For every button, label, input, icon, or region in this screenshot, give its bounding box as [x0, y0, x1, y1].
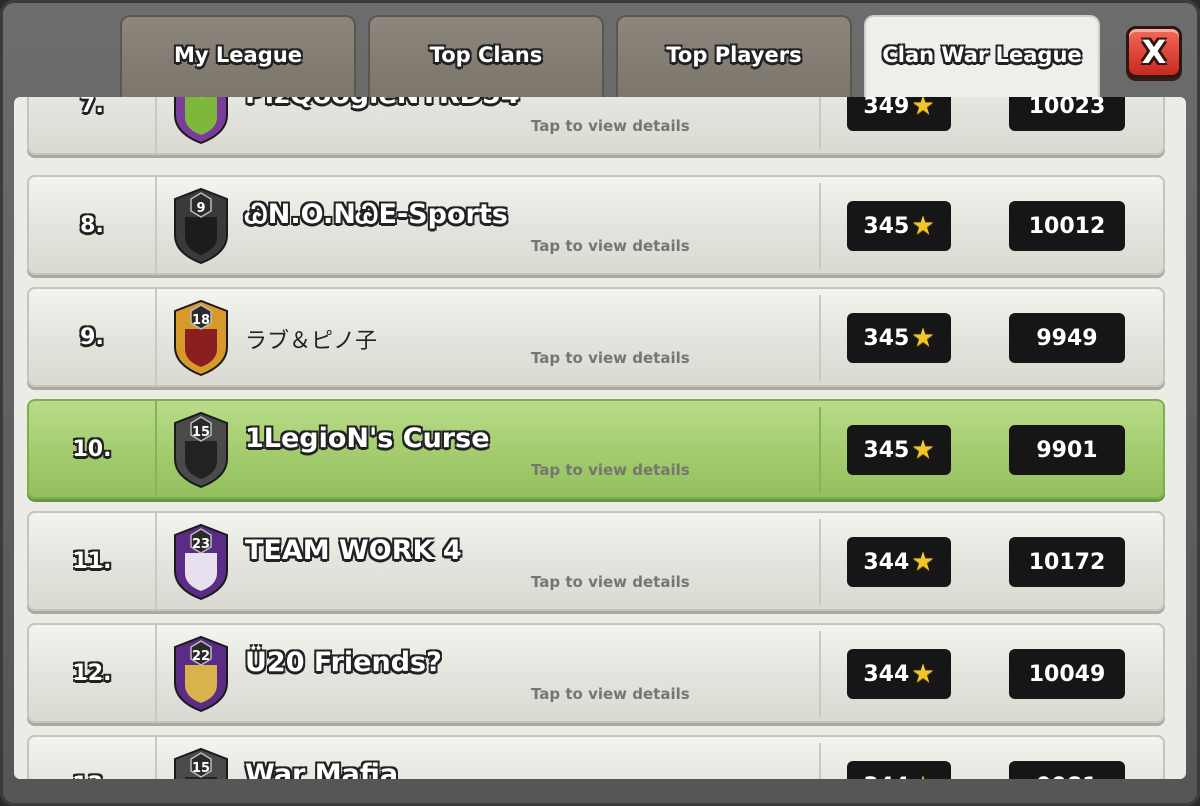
- clan-row[interactable]: 11. 23 TEAM WORK 4 Tap to view details 344 ★ 1…: [27, 511, 1165, 611]
- war-stars-value: 345: [863, 213, 910, 239]
- tab-label: Top Players: [666, 43, 802, 67]
- divider: [819, 743, 821, 779]
- clan-level: 9: [196, 201, 206, 216]
- war-stars-value: 345: [863, 437, 910, 463]
- clan-level: 22: [191, 649, 211, 664]
- clan-row[interactable]: 8. 9 ᏊN.O.NᏊE-Sports Tap to view details 345…: [27, 175, 1165, 275]
- divider: [819, 631, 821, 717]
- clan-trophies: 9981: [1009, 761, 1125, 779]
- war-stars: 344★: [847, 537, 951, 587]
- clan-rank: 10.: [29, 401, 157, 497]
- clan-level: 15: [191, 425, 211, 440]
- clan-badge-icon: 23: [169, 523, 233, 601]
- clan-name: ラブ＆ピノ子: [245, 329, 378, 354]
- clan-name: Ü20 Friends?: [245, 647, 442, 678]
- clan-trophies: 10023: [1009, 97, 1125, 131]
- clan-badge-icon: 15: [169, 747, 233, 779]
- view-details-hint: Tap to view details: [531, 461, 690, 479]
- tab-top-players[interactable]: Top Players: [616, 15, 852, 101]
- view-details-hint: Tap to view details: [531, 573, 690, 591]
- clan-row[interactable]: 7. PizQoogleNYRD54 Tap to view details 349★…: [27, 97, 1165, 155]
- clan-badge-icon: 9: [169, 187, 233, 265]
- clan-row[interactable]: 10. 15 1LegioN's Curse Tap to view details 3…: [27, 399, 1165, 499]
- clan-rank: 8.: [29, 177, 157, 273]
- clan-rank: 7.: [29, 97, 157, 153]
- clan-trophies: 10049: [1009, 649, 1125, 699]
- clan-row[interactable]: 9. 18 ラブ＆ピノ子 Tap to view details 345 ★ 9949: [27, 287, 1165, 387]
- close-icon: X: [1141, 33, 1167, 71]
- clan-rank: 11.: [29, 513, 157, 609]
- war-stars-value: 344: [863, 661, 910, 687]
- war-stars: 345 ★: [847, 313, 951, 363]
- star-icon: ★: [911, 773, 934, 779]
- war-stars: 344★: [847, 761, 951, 779]
- clan-name: War Mafia: [245, 759, 399, 779]
- war-stars-value: 349: [863, 97, 910, 119]
- view-details-hint: Tap to view details: [531, 117, 690, 135]
- star-icon: ★: [911, 547, 935, 577]
- star-icon: ★: [911, 211, 935, 241]
- clan-trophies: 10172: [1009, 537, 1125, 587]
- clan-rank: 13.: [29, 737, 157, 779]
- tab-label: Clan War League: [882, 43, 1082, 67]
- close-button[interactable]: X: [1126, 26, 1182, 78]
- clan-trophies: 9949: [1009, 313, 1125, 363]
- clan-level: 23: [191, 537, 211, 552]
- clan-row[interactable]: 13.15War MafiaTap to view details344★998…: [27, 735, 1165, 779]
- clan-rank: 9.: [29, 289, 157, 385]
- war-stars: 345 ★: [847, 425, 951, 475]
- tab-label: Top Clans: [429, 43, 543, 67]
- divider: [819, 183, 821, 269]
- view-details-hint: Tap to view details: [531, 237, 690, 255]
- tab-top-clans[interactable]: Top Clans: [368, 15, 604, 101]
- clan-name: PizQoogleNYRD54: [245, 97, 520, 110]
- view-details-hint: Tap to view details: [531, 685, 690, 703]
- divider: [819, 295, 821, 381]
- clan-level: 18: [191, 313, 211, 328]
- divider: [819, 519, 821, 605]
- war-stars: 349 ★: [847, 97, 951, 131]
- clan-badge-icon: 22: [169, 635, 233, 713]
- clan-trophies: 9901: [1009, 425, 1125, 475]
- clan-badge-icon: 18: [169, 299, 233, 377]
- clan-row[interactable]: 12. 22 Ü20 Friends? Tap to view details 344 ★…: [27, 623, 1165, 723]
- clan-name: TEAM WORK 4: [245, 535, 462, 566]
- view-details-hint: Tap to view details: [531, 349, 690, 367]
- war-stars-value: 344: [863, 549, 910, 575]
- star-icon: ★: [911, 97, 935, 121]
- star-icon: ★: [911, 659, 935, 689]
- clan-badge-icon: 15: [169, 411, 233, 489]
- clan-trophies: 10012: [1009, 201, 1125, 251]
- tab-clan-war-league[interactable]: Clan War League: [864, 15, 1100, 105]
- star-icon: ★: [911, 323, 935, 353]
- clan-rank: 12.: [29, 625, 157, 721]
- clan-ranking-list[interactable]: 7.PizQoogleNYRD54Tap to view details349★…: [14, 97, 1186, 779]
- leaderboard-window: My League Top Clans Top Players Clan War…: [0, 0, 1200, 806]
- war-stars: 344★: [847, 649, 951, 699]
- war-stars-value: 345: [863, 325, 910, 351]
- clan-name: ᏊN.O.NᏊE-Sports: [245, 199, 508, 230]
- clan-level: 15: [191, 761, 211, 776]
- star-icon: ★: [911, 435, 935, 465]
- war-stars-value: 344: [863, 774, 909, 780]
- divider: [819, 97, 821, 149]
- clan-badge-icon: [169, 97, 233, 145]
- clan-name: 1LegioN's Curse: [245, 423, 490, 454]
- war-stars: 345 ★: [847, 201, 951, 251]
- tab-my-league[interactable]: My League: [120, 15, 356, 101]
- tab-label: My League: [174, 43, 302, 67]
- divider: [819, 407, 821, 493]
